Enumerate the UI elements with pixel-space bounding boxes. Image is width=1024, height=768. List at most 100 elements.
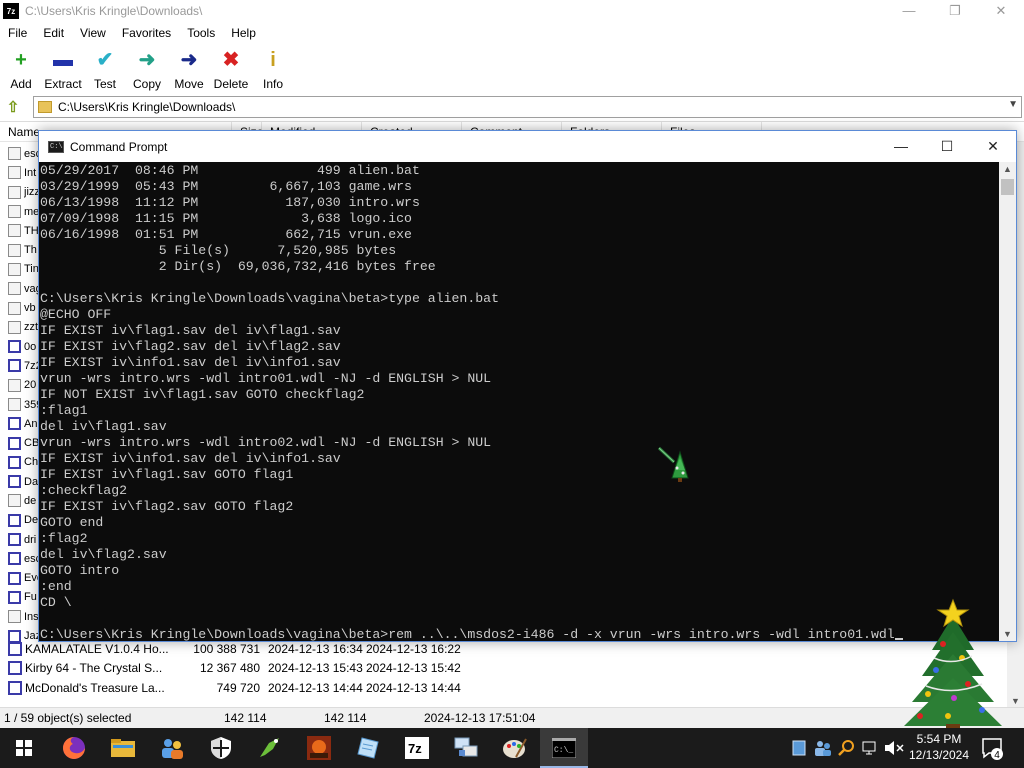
table-row[interactable]: Kirby 64 - The Crystal S... 12 367 480 202… bbox=[0, 659, 520, 679]
address-field[interactable]: C:\Users\Kris Kringle\Downloads\ ▼ bbox=[33, 96, 1022, 118]
console-line: 07/09/1998 11:15 PM 3,638 logo.ico bbox=[40, 211, 412, 226]
list-item[interactable]: vb bbox=[0, 298, 40, 317]
list-item[interactable]: Int bbox=[0, 163, 40, 182]
menu-tools[interactable]: Tools bbox=[179, 26, 223, 40]
tablet-icon[interactable] bbox=[792, 740, 806, 756]
cmd-titlebar[interactable]: C:\ Command Prompt — ☐ ✕ bbox=[39, 131, 1016, 162]
list-item[interactable]: Tin bbox=[0, 260, 40, 279]
copy-button[interactable]: ➜ Copy bbox=[126, 45, 168, 92]
svg-text:C:\_: C:\_ bbox=[554, 746, 573, 755]
list-item[interactable]: esc bbox=[0, 144, 40, 163]
taskbar-green-app[interactable] bbox=[246, 728, 294, 768]
minimize-button[interactable]: — bbox=[886, 0, 932, 22]
list-item[interactable]: jizz bbox=[0, 183, 40, 202]
list-item[interactable]: 20 bbox=[0, 376, 40, 395]
taskbar: 7z C:\_ 5:54 PM 12/13/2024 4 bbox=[0, 728, 1024, 768]
test-button[interactable]: ✔ Test bbox=[84, 45, 126, 92]
console-input[interactable]: C:\Users\Kris Kringle\Downloads\vagina\b… bbox=[40, 627, 895, 641]
taskbar-firefox[interactable] bbox=[50, 728, 98, 768]
list-item[interactable]: An bbox=[0, 414, 40, 433]
scroll-down-icon[interactable]: ▼ bbox=[1011, 696, 1020, 706]
move-button[interactable]: ➜ Move bbox=[168, 45, 210, 92]
taskbar-file-explorer[interactable] bbox=[99, 728, 147, 768]
list-item[interactable]: Th bbox=[0, 240, 40, 259]
desktop: 7z C:\Users\Kris Kringle\Downloads\ — ❐ … bbox=[0, 0, 1024, 768]
list-item[interactable]: TH bbox=[0, 221, 40, 240]
console-line: 03/29/1999 05:43 PM 6,667,103 game.wrs bbox=[40, 179, 412, 194]
list-item[interactable]: zzt bbox=[0, 318, 40, 337]
list-item[interactable]: esc bbox=[0, 549, 40, 568]
menu-help[interactable]: Help bbox=[223, 26, 264, 40]
cell-size: 100 388 731 bbox=[193, 641, 260, 656]
list-item[interactable]: 359 bbox=[0, 395, 40, 414]
extract-button[interactable]: ▬ Extract bbox=[42, 45, 84, 92]
address-bar: ⇧ C:\Users\Kris Kringle\Downloads\ ▼ bbox=[0, 95, 1024, 119]
taskbar-game-app[interactable] bbox=[295, 728, 343, 768]
cell-name: KAMALATALE V1.0.4 Ho... bbox=[25, 641, 169, 656]
list-item[interactable]: Fu bbox=[0, 588, 40, 607]
list-item[interactable]: de bbox=[0, 491, 40, 510]
menu-view[interactable]: View bbox=[72, 26, 114, 40]
scroll-thumb[interactable] bbox=[1001, 179, 1014, 195]
console-output[interactable]: 05/29/2017 08:46 PM 499 alien.bat 03/29/1… bbox=[39, 162, 1000, 641]
list-item[interactable]: 0o bbox=[0, 337, 40, 356]
menu-file[interactable]: File bbox=[0, 26, 35, 40]
menu-favorites[interactable]: Favorites bbox=[114, 26, 179, 40]
search-icon[interactable] bbox=[838, 739, 856, 757]
taskbar-command-prompt[interactable]: C:\_ bbox=[540, 728, 588, 768]
console-line: 5 File(s) 7,520,985 bytes bbox=[40, 243, 397, 258]
chevron-down-icon[interactable]: ▼ bbox=[1008, 99, 1018, 110]
network-tray-icon[interactable] bbox=[862, 740, 880, 756]
folder-icon bbox=[8, 166, 21, 180]
console-line: 06/13/1998 11:12 PM 187,030 intro.wrs bbox=[40, 195, 420, 210]
cmd-scrollbar[interactable]: ▲ ▼ bbox=[999, 162, 1016, 641]
notification-count: 4 bbox=[994, 750, 1000, 760]
cmd-close-button[interactable]: ✕ bbox=[970, 131, 1016, 162]
taskbar-clock[interactable]: 5:54 PM 12/13/2024 bbox=[906, 731, 972, 763]
restore-button[interactable]: ❐ bbox=[932, 0, 978, 22]
taskbar-network-app[interactable] bbox=[442, 728, 490, 768]
scroll-up-icon[interactable]: ▲ bbox=[1003, 164, 1012, 174]
console-prompt-line[interactable]: C:\Users\Kris Kringle\Downloads\vagina\b… bbox=[40, 627, 903, 641]
menu-edit[interactable]: Edit bbox=[35, 26, 72, 40]
command-prompt-window[interactable]: C:\ Command Prompt — ☐ ✕ 05/29/2017 08:4… bbox=[38, 130, 1017, 642]
list-item[interactable]: Eve bbox=[0, 569, 40, 588]
console-line: :flag1 bbox=[40, 403, 88, 418]
up-folder-icon[interactable]: ⇧ bbox=[2, 96, 24, 118]
file-icon bbox=[8, 398, 21, 411]
delete-button[interactable]: ✖ Delete bbox=[210, 45, 252, 92]
table-row[interactable]: McDonald's Treasure La... 749 720 2024-12-… bbox=[0, 678, 520, 698]
list-item[interactable]: CB bbox=[0, 433, 40, 452]
list-item[interactable]: Da bbox=[0, 472, 40, 491]
console-line: C:\Users\Kris Kringle\Downloads\vagina\b… bbox=[40, 291, 499, 306]
toolbar-label: Delete bbox=[213, 77, 249, 91]
list-item[interactable]: vag bbox=[0, 279, 40, 298]
info-button[interactable]: i Info bbox=[252, 45, 294, 92]
taskbar-security[interactable] bbox=[197, 728, 245, 768]
close-button[interactable]: ✕ bbox=[978, 0, 1024, 22]
list-item[interactable]: Ins bbox=[0, 607, 40, 626]
notification-center-icon[interactable]: 4 bbox=[980, 736, 1004, 760]
taskbar-notes-app[interactable] bbox=[344, 728, 392, 768]
taskbar-paint[interactable] bbox=[491, 728, 539, 768]
folder-icon bbox=[8, 282, 21, 296]
sevenzip-titlebar[interactable]: 7z C:\Users\Kris Kringle\Downloads\ — ❐ … bbox=[0, 0, 1024, 22]
cell-name: McDonald's Treasure La... bbox=[25, 680, 165, 695]
list-item[interactable]: dri bbox=[0, 530, 40, 549]
list-item[interactable]: me bbox=[0, 202, 40, 221]
taskbar-7zip[interactable]: 7z bbox=[393, 728, 441, 768]
console-line: CD \ bbox=[40, 595, 72, 610]
start-button[interactable] bbox=[0, 728, 48, 768]
cmd-minimize-button[interactable]: — bbox=[878, 131, 924, 162]
folder-icon bbox=[8, 320, 21, 334]
list-item[interactable]: Ch bbox=[0, 453, 40, 472]
console-line: :end bbox=[40, 579, 72, 594]
add-button[interactable]: + Add bbox=[0, 45, 42, 92]
list-item[interactable]: 7z2 bbox=[0, 356, 40, 375]
people-tray-icon[interactable] bbox=[814, 739, 832, 757]
volume-muted-icon[interactable] bbox=[884, 740, 904, 756]
list-item[interactable]: De bbox=[0, 511, 40, 530]
cmd-maximize-button[interactable]: ☐ bbox=[924, 131, 970, 162]
taskbar-people-app[interactable] bbox=[148, 728, 196, 768]
